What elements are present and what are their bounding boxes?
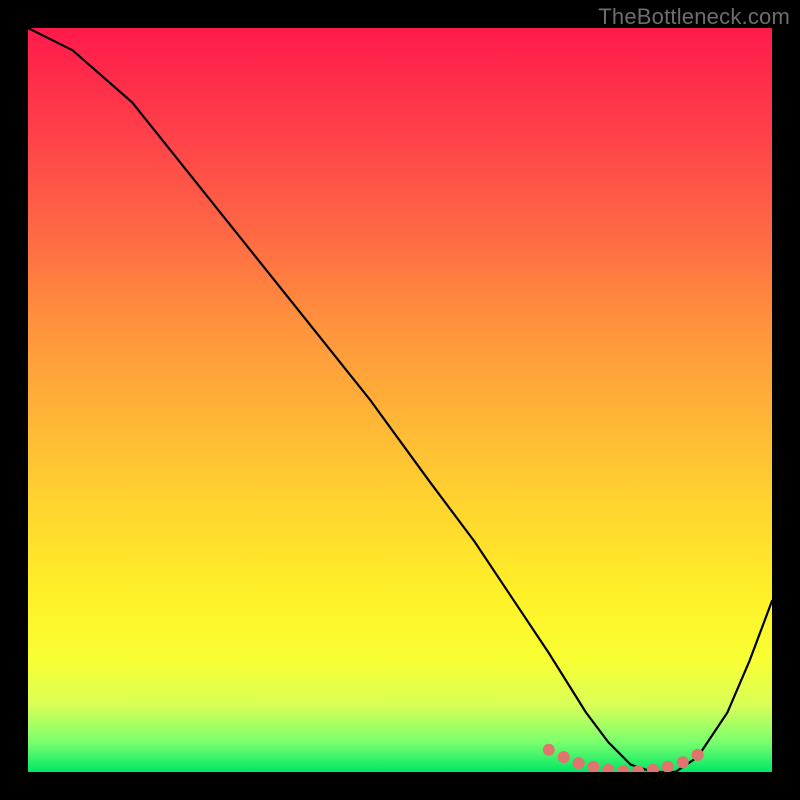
bottleneck-curve [28, 28, 772, 772]
bottleneck-marker [602, 764, 614, 772]
bottleneck-marker [587, 761, 599, 772]
chart-stage: TheBottleneck.com [0, 0, 800, 800]
bottleneck-marker [558, 751, 570, 763]
bottleneck-marker [692, 749, 704, 761]
watermark-text: TheBottleneck.com [598, 4, 790, 30]
bottleneck-marker [647, 764, 659, 772]
bottleneck-marker [573, 757, 585, 769]
bottleneck-marker [662, 761, 674, 772]
bottleneck-marker [617, 765, 629, 772]
bottleneck-marker [677, 756, 689, 768]
plot-area [28, 28, 772, 772]
chart-overlay [28, 28, 772, 772]
bottleneck-marker [543, 744, 555, 756]
